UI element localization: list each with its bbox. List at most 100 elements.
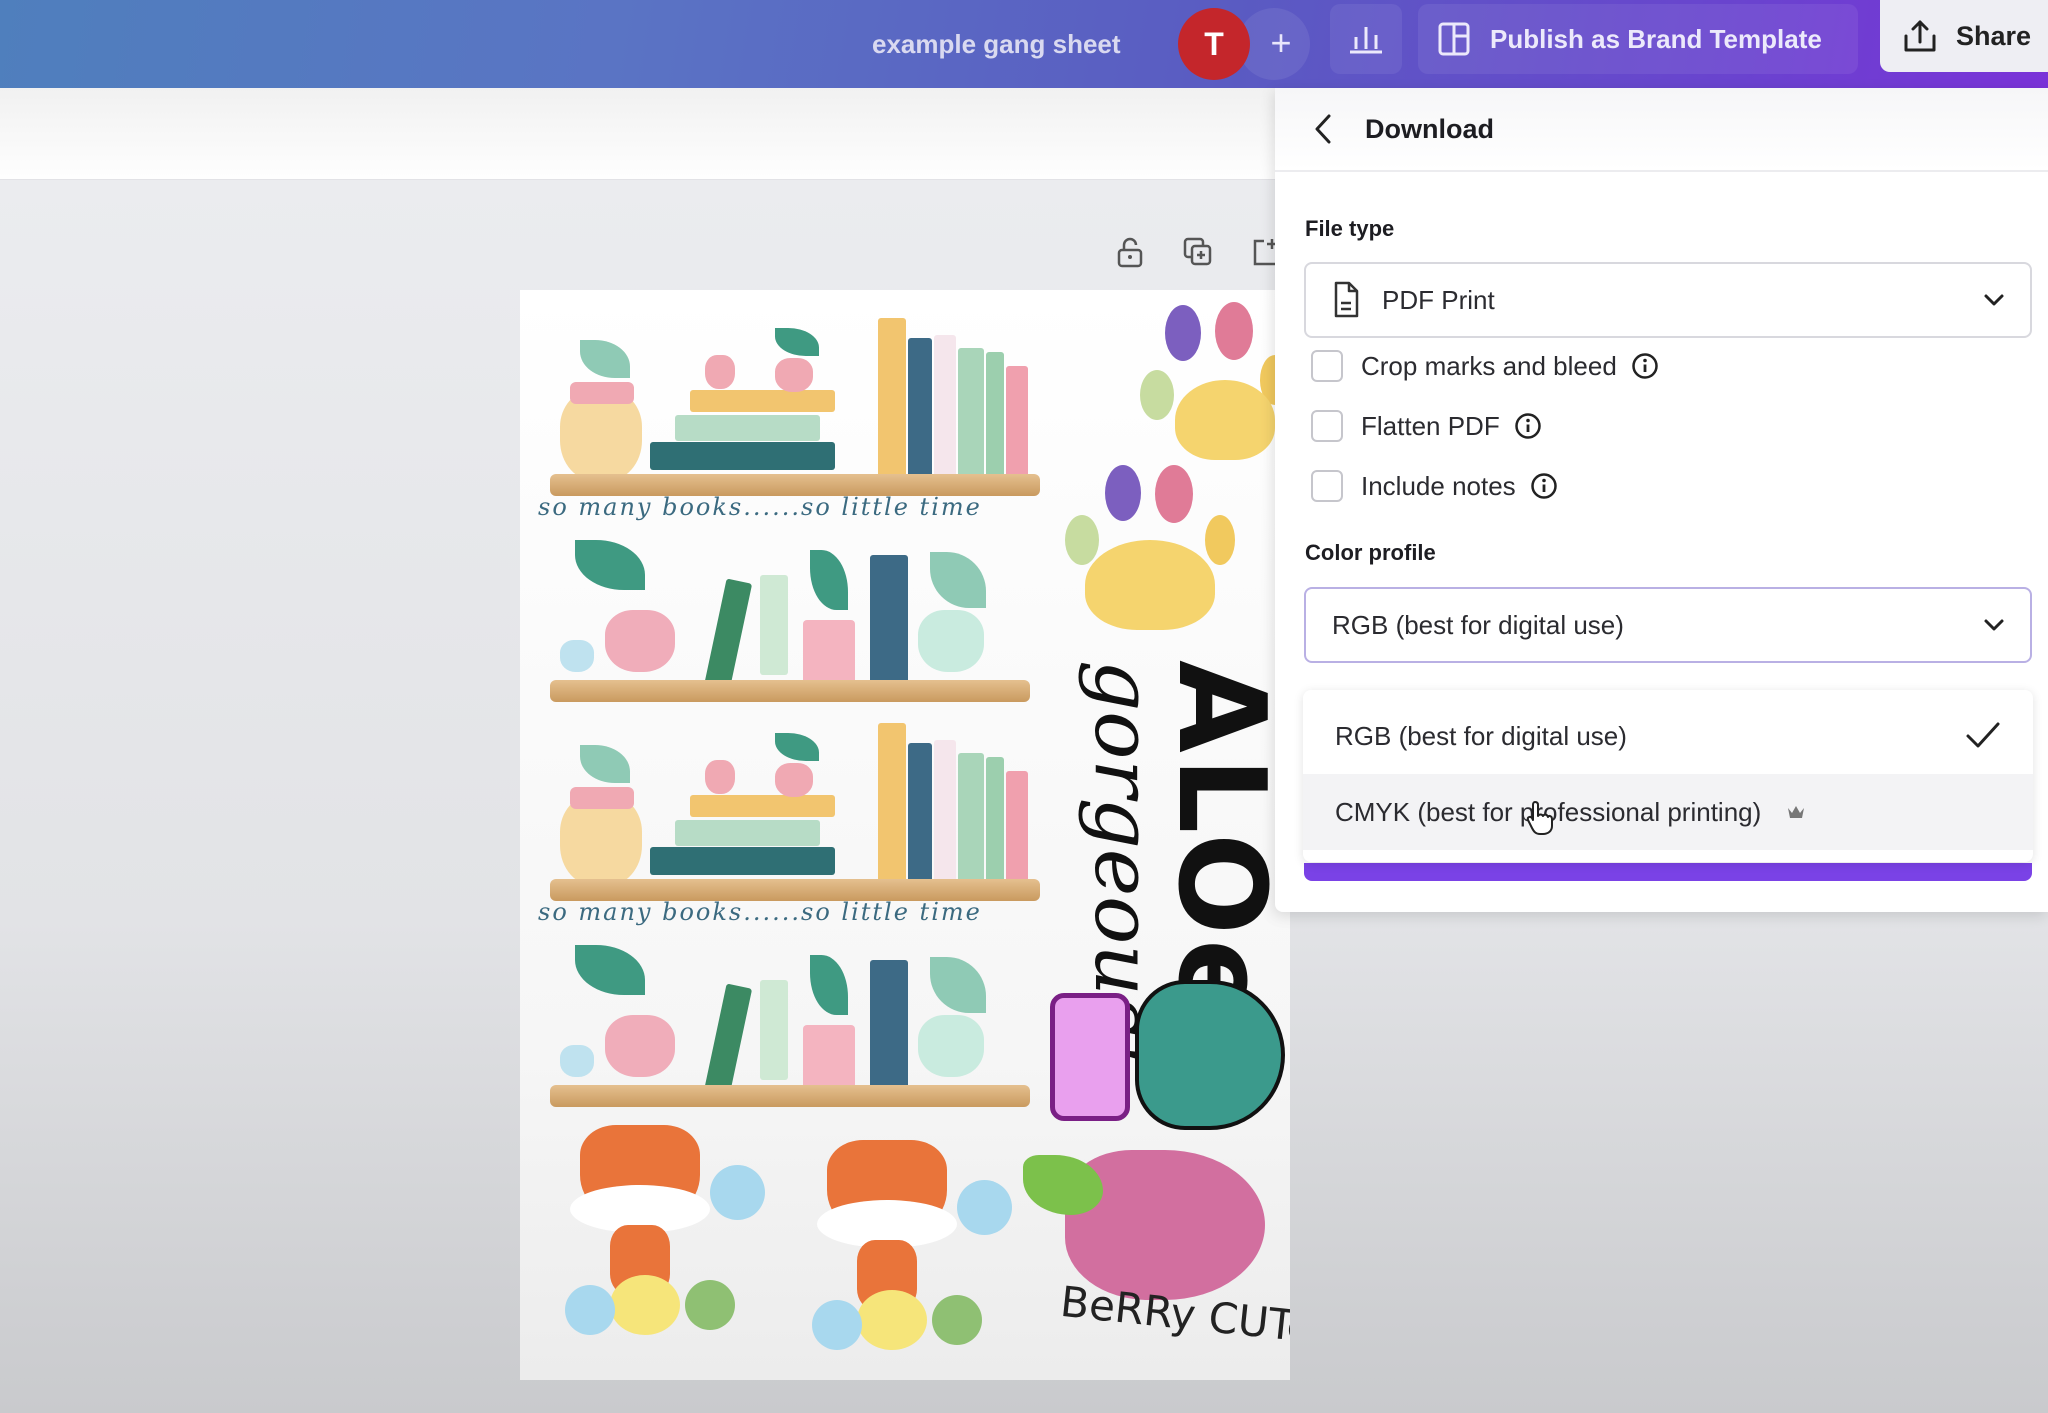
menu-item-cmyk[interactable]: CMYK (best for professional printing) [1303,774,2033,850]
book-graphic [675,820,820,846]
berry-cute-graphic[interactable]: BeRRy CUTe [1015,1140,1290,1380]
succulent-leaves-graphic [1135,980,1285,1130]
book-graphic [986,352,1004,478]
color-profile-menu: RGB (best for digital use) CMYK (best fo… [1303,690,2033,862]
book-graphic [675,415,820,441]
include-notes-checkbox[interactable] [1311,470,1343,502]
page-tools [1110,232,1286,272]
fox-graphic[interactable] [535,1115,765,1345]
document-icon [1334,281,1359,318]
file-type-select[interactable]: PDF Print [1304,262,2032,338]
book-graphic [934,740,956,883]
paw-print-graphic[interactable] [1065,465,1235,635]
leaf-graphic [775,733,819,761]
book-graphic [870,960,908,1092]
file-type-value: PDF Print [1382,284,1495,315]
book-graphic [1006,366,1028,478]
back-button[interactable] [1305,111,1341,147]
book-graphic [870,555,908,687]
book-graphic [908,743,932,883]
vase-graphic [560,1045,594,1077]
lock-open-icon [1117,237,1143,268]
bookshelf-graphic[interactable]: so many books......so little time [520,695,1040,1115]
color-profile-select[interactable]: RGB (best for digital use) [1304,587,2032,663]
info-icon[interactable] [1631,352,1659,380]
flatten-pdf-option[interactable]: Flatten PDF [1311,410,1542,442]
fox-graphic[interactable] [782,1130,1012,1360]
shelf-caption: so many books......so little time [538,493,982,521]
crop-marks-label: Crop marks and bleed [1361,350,1617,381]
share-button[interactable]: Share [1880,0,2048,72]
lock-page-button[interactable] [1110,232,1150,272]
bar-chart-icon [1350,27,1382,54]
crop-marks-option[interactable]: Crop marks and bleed [1311,350,1659,382]
top-header: example gang sheet + T Publish as Brand … [0,0,2048,88]
share-label: Share [1956,20,2032,51]
crop-marks-checkbox[interactable] [1311,350,1343,382]
leaf-graphic [930,957,986,1013]
leaf-graphic [810,550,848,610]
book-graphic [703,578,753,692]
share-upload-icon [1904,20,1936,52]
vase-graphic [605,610,675,672]
editor-toolbar [0,88,1275,180]
publish-brand-template-button[interactable]: Publish as Brand Template [1418,4,1858,74]
avatar[interactable]: T [1178,8,1250,80]
book-graphic [690,795,835,817]
book-graphic [934,335,956,478]
book-graphic [650,442,835,470]
flatten-pdf-label: Flatten PDF [1361,410,1500,441]
menu-item-rgb[interactable]: RGB (best for digital use) [1303,698,2033,774]
bookshelf-graphic[interactable]: so many books......so little time [520,290,1040,710]
book-graphic [908,338,932,478]
color-profile-label: Color profile [1305,540,1436,565]
crown-icon [1788,806,1805,818]
chevron-left-icon [1315,114,1331,144]
plant-pot-graphic [803,1025,855,1093]
file-type-label: File type [1305,216,1395,241]
plant-pot-graphic [803,620,855,688]
duplicate-page-icon [1183,237,1212,266]
book-graphic [986,757,1004,883]
download-panel-header: Download [1275,88,2048,172]
download-button[interactable] [1304,863,2032,881]
book-graphic [760,980,788,1080]
vase-graphic [705,355,735,389]
book-graphic [878,723,906,883]
plant-pot-graphic [775,358,813,392]
design-page[interactable]: so many books......so little time so man… [520,290,1290,1380]
book-graphic [703,983,753,1097]
info-icon[interactable] [1514,412,1542,440]
leaf-graphic [580,340,630,378]
plant-pot-graphic [918,610,984,672]
template-icon [1438,22,1470,56]
include-notes-label: Include notes [1361,470,1516,501]
chevron-down-icon [1984,294,2004,306]
plant-pot-rim-graphic [570,382,634,404]
berry-cute-text: BeRRy CUTe [1058,1276,1290,1353]
book-graphic [760,575,788,675]
plant-pot-graphic [918,1015,984,1077]
flatten-pdf-checkbox[interactable] [1311,410,1343,442]
duplicate-page-button[interactable] [1178,232,1218,272]
document-title[interactable]: example gang sheet [872,20,1121,68]
book-graphic [958,348,984,478]
info-icon[interactable] [1530,472,1558,500]
leaf-graphic [775,328,819,356]
include-notes-option[interactable]: Include notes [1311,470,1558,502]
leaf-graphic [575,945,645,995]
shelf-caption: so many books......so little time [538,898,982,926]
book-graphic [650,847,835,875]
book-graphic [1006,771,1028,883]
leaf-graphic [930,552,986,608]
chevron-down-icon [1984,619,2004,631]
insights-button[interactable] [1330,4,1402,74]
aloe-title-text: ALOe [1151,660,1290,1025]
book-graphic [690,390,835,412]
menu-item-label: RGB (best for digital use) [1335,720,1627,751]
paw-print-graphic[interactable] [1120,290,1290,460]
succulent-pot-graphic [1050,993,1130,1121]
plant-pot-graphic [775,763,813,797]
leaf-graphic [575,540,645,590]
shelf-graphic [550,1085,1030,1107]
